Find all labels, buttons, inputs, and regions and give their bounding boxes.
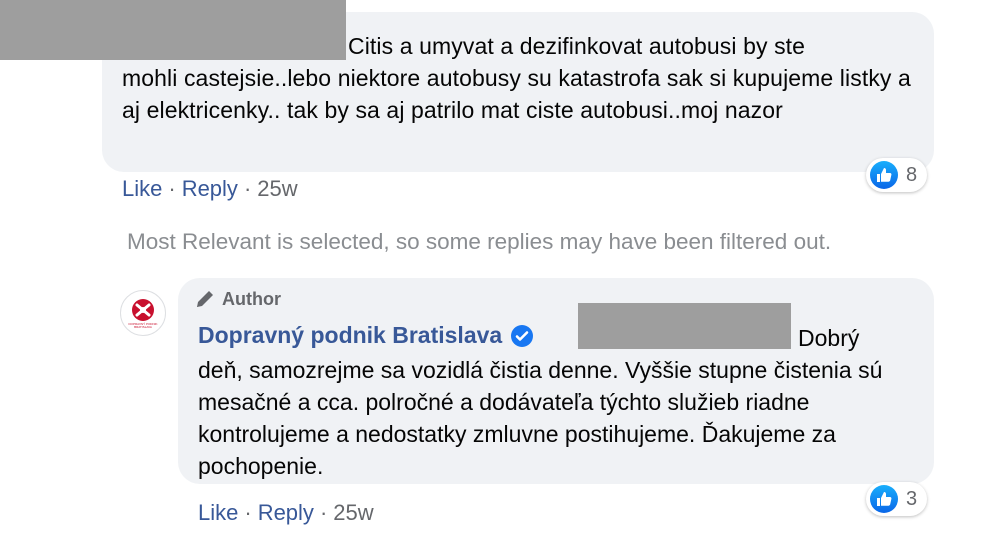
reaction-count: 3 [906, 487, 918, 510]
separator: · [244, 500, 252, 525]
page-avatar[interactable]: DOPRAVNÝ PODNIK BRATISLAVA [120, 290, 166, 336]
reply-text: deň, samozrejme sa vozidlá čistia denne.… [198, 357, 883, 479]
like-link[interactable]: Like [198, 500, 238, 525]
timestamp[interactable]: 25w [257, 176, 297, 201]
comment-text-line1: Citis a umyvat a dezifinkovat autobusi b… [348, 33, 806, 59]
page-avatar-text: DOPRAVNÝ PODNIK BRATISLAVA [128, 321, 158, 329]
like-link[interactable]: Like [122, 176, 162, 201]
reply-actions: Like · Reply · 25w [198, 500, 374, 526]
comment-text: Citis a umyvat a dezifinkovat autobusi b… [122, 30, 922, 126]
reaction-count: 8 [906, 163, 918, 186]
reply-text-first: Dobrý [798, 325, 860, 351]
filter-notice: Most Relevant is selected, so some repli… [127, 229, 832, 254]
verified-badge-icon [511, 324, 534, 347]
reply-reactions[interactable]: 3 [866, 482, 928, 516]
separator: · [168, 176, 176, 201]
reply-link[interactable]: Reply [258, 500, 314, 525]
comment-text-rest: mohli castejsie..lebo niektore autobusy … [122, 65, 911, 123]
reply-header: Dopravný podnik Bratislava [198, 322, 534, 349]
author-badge: Author [194, 288, 281, 310]
dpb-logo-icon [132, 298, 154, 321]
like-reaction-icon [870, 161, 898, 189]
separator: · [243, 176, 252, 201]
redacted-name [578, 303, 791, 349]
comment-reactions[interactable]: 8 [866, 158, 928, 192]
separator: · [319, 500, 328, 525]
page-name-link[interactable]: Dopravný podnik Bratislava [198, 322, 502, 349]
timestamp[interactable]: 25w [333, 500, 373, 525]
reply-link[interactable]: Reply [182, 176, 238, 201]
author-label: Author [222, 288, 281, 309]
pencil-icon [197, 291, 213, 307]
comment-actions: Like · Reply · 25w [122, 176, 298, 202]
like-reaction-icon [870, 485, 898, 513]
